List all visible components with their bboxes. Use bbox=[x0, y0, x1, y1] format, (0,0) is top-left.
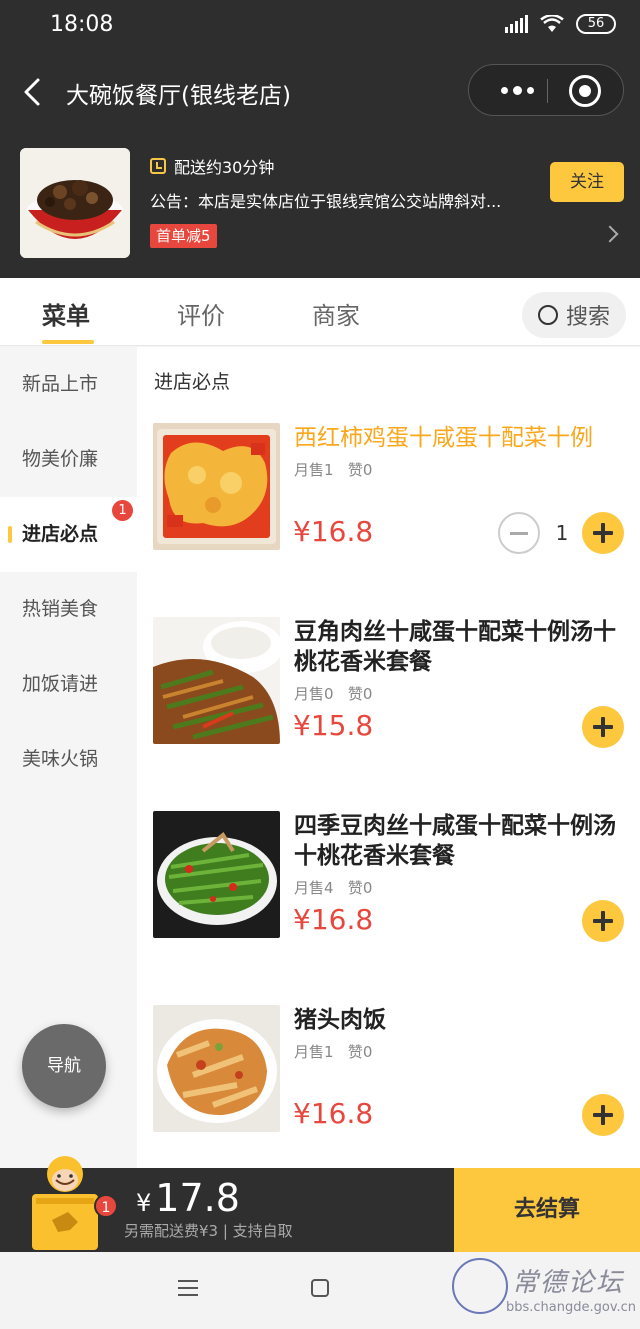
shop-logo-image bbox=[20, 148, 130, 258]
back-arrow-icon[interactable] bbox=[18, 74, 48, 110]
dish-sales: 月售4 赞0 bbox=[294, 877, 372, 898]
cart-subtext: 另需配送费¥3 | 支持自取 bbox=[124, 1222, 293, 1240]
tab-menu[interactable]: 菜单 bbox=[42, 296, 90, 331]
tab-bar: 菜单 评价 商家 搜索 bbox=[0, 278, 640, 346]
watermark-url: bbs.changde.gov.cn bbox=[506, 1300, 637, 1315]
add-button[interactable] bbox=[582, 1094, 624, 1136]
dish-list: 进店必点 西红柿鸡蛋十咸蛋十配菜十例 月售1 赞0 ¥16.8 1 豆角肉丝十咸… bbox=[137, 347, 640, 1168]
dish-quantity: 1 bbox=[555, 521, 569, 545]
promo-badge: 首单减5 bbox=[150, 224, 217, 248]
shop-notice: 公告：本店是实体店位于银线宾馆公交站牌斜对... bbox=[150, 192, 502, 211]
sidebar-item-must-order[interactable]: 进店必点 1 bbox=[0, 497, 137, 572]
tab-merchant[interactable]: 商家 bbox=[312, 296, 360, 331]
close-target-icon[interactable] bbox=[569, 75, 601, 107]
cart-count-badge: 1 bbox=[94, 1194, 118, 1218]
page-title: 大碗饭餐厅(银线老店) bbox=[66, 83, 291, 109]
navigation-button[interactable]: 导航 bbox=[22, 1024, 106, 1108]
dish-image bbox=[153, 617, 280, 744]
search-icon bbox=[537, 305, 558, 325]
dish-name: 豆角肉丝十咸蛋十配菜十例汤十桃花香米套餐 bbox=[294, 619, 616, 675]
sidebar-item-hotpot[interactable]: 美味火锅 bbox=[0, 722, 137, 797]
nav-header: 大碗饭餐厅(银线老店) bbox=[0, 52, 640, 132]
dish-item[interactable]: 四季豆肉丝十咸蛋十配菜十例汤十桃花香米套餐 月售4 赞0 ¥16.8 bbox=[137, 811, 640, 1005]
sidebar-item-label: 物美价廉 bbox=[22, 448, 99, 470]
sidebar-item-new[interactable]: 新品上市 bbox=[0, 347, 137, 422]
dish-likes: 赞0 bbox=[347, 685, 373, 703]
status-time: 18:08 bbox=[50, 12, 114, 37]
dish-monthly-sales: 月售1 bbox=[294, 461, 334, 479]
sidebar-item-label: 热销美食 bbox=[22, 598, 99, 620]
signal-icon bbox=[505, 15, 528, 33]
forum-watermark: 常德论坛 bbs.changde.gov.cn bbox=[452, 1256, 638, 1326]
dish-monthly-sales: 月售0 bbox=[294, 685, 334, 703]
sidebar-item-label: 加饭请进 bbox=[22, 673, 99, 695]
wifi-icon bbox=[540, 15, 564, 33]
dish-name: 猪头肉饭 bbox=[294, 1007, 386, 1033]
dish-likes: 赞0 bbox=[347, 879, 373, 897]
follow-button[interactable]: 关注 bbox=[550, 162, 624, 202]
delivery-time: 配送约30分钟 bbox=[150, 154, 274, 178]
sidebar-count-badge: 1 bbox=[112, 500, 133, 521]
cart-currency: ¥ bbox=[136, 1189, 152, 1217]
dish-likes: 赞0 bbox=[347, 1043, 373, 1061]
sidebar-item-hot[interactable]: 热销美食 bbox=[0, 572, 137, 647]
sidebar-item-label: 美味火锅 bbox=[22, 748, 99, 770]
dish-monthly-sales: 月售1 bbox=[294, 1043, 334, 1061]
watermark-text: 常德论坛 bbox=[512, 1268, 625, 1298]
cart-total: ¥17.8 bbox=[136, 1176, 240, 1220]
dish-sales: 月售1 赞0 bbox=[294, 1041, 372, 1062]
section-title: 进店必点 bbox=[154, 371, 231, 393]
dish-image bbox=[153, 811, 280, 938]
shop-info[interactable]: 配送约30分钟 公告：本店是实体店位于银线宾馆公交站牌斜对... 首单减5 关注 bbox=[0, 132, 640, 278]
tab-reviews[interactable]: 评价 bbox=[177, 296, 225, 331]
cart-amount: 17.8 bbox=[155, 1176, 240, 1220]
more-icon[interactable] bbox=[489, 65, 545, 115]
add-button[interactable] bbox=[582, 900, 624, 942]
sidebar-item-extra-rice[interactable]: 加饭请进 bbox=[0, 647, 137, 722]
dish-sales: 月售1 赞0 bbox=[294, 459, 372, 480]
add-button[interactable] bbox=[582, 706, 624, 748]
dish-price: ¥16.8 bbox=[293, 1097, 374, 1130]
battery-icon: 56 bbox=[576, 14, 616, 34]
checkout-button[interactable]: 去结算 bbox=[454, 1168, 640, 1252]
status-bar: 18:08 56 bbox=[0, 0, 640, 52]
chevron-right-icon[interactable] bbox=[601, 225, 619, 243]
search-button[interactable]: 搜索 bbox=[522, 292, 626, 338]
dish-item[interactable]: 西红柿鸡蛋十咸蛋十配菜十例 月售1 赞0 ¥16.8 1 bbox=[137, 423, 640, 617]
minus-button[interactable] bbox=[498, 512, 540, 554]
add-button[interactable] bbox=[582, 512, 624, 554]
seal-logo-icon bbox=[452, 1258, 508, 1314]
dish-price: ¥16.8 bbox=[293, 903, 374, 936]
dish-likes: 赞0 bbox=[347, 461, 373, 479]
dish-item[interactable]: 豆角肉丝十咸蛋十配菜十例汤十桃花香米套餐 月售0 赞0 ¥15.8 bbox=[137, 617, 640, 811]
dish-image bbox=[153, 423, 280, 550]
sidebar-item-value[interactable]: 物美价廉 bbox=[0, 422, 137, 497]
sidebar-item-label: 进店必点 bbox=[22, 523, 99, 545]
dish-name: 四季豆肉丝十咸蛋十配菜十例汤十桃花香米套餐 bbox=[294, 813, 616, 869]
mini-program-capsule bbox=[468, 64, 624, 116]
dish-name: 西红柿鸡蛋十咸蛋十配菜十例 bbox=[294, 425, 593, 451]
sidebar-item-label: 新品上市 bbox=[22, 373, 99, 395]
dish-monthly-sales: 月售4 bbox=[294, 879, 334, 897]
delivery-text: 配送约30分钟 bbox=[174, 158, 275, 177]
menu-icon[interactable] bbox=[178, 1280, 198, 1296]
home-icon[interactable] bbox=[311, 1279, 329, 1297]
clock-icon bbox=[150, 158, 166, 174]
dish-sales: 月售0 赞0 bbox=[294, 683, 372, 704]
status-icons: 56 bbox=[505, 14, 616, 34]
dish-price: ¥16.8 bbox=[293, 515, 374, 548]
dish-image bbox=[153, 1005, 280, 1132]
capsule-divider bbox=[547, 79, 548, 103]
tab-indicator bbox=[42, 340, 94, 344]
search-label: 搜索 bbox=[565, 305, 610, 330]
dish-price: ¥15.8 bbox=[293, 709, 374, 742]
